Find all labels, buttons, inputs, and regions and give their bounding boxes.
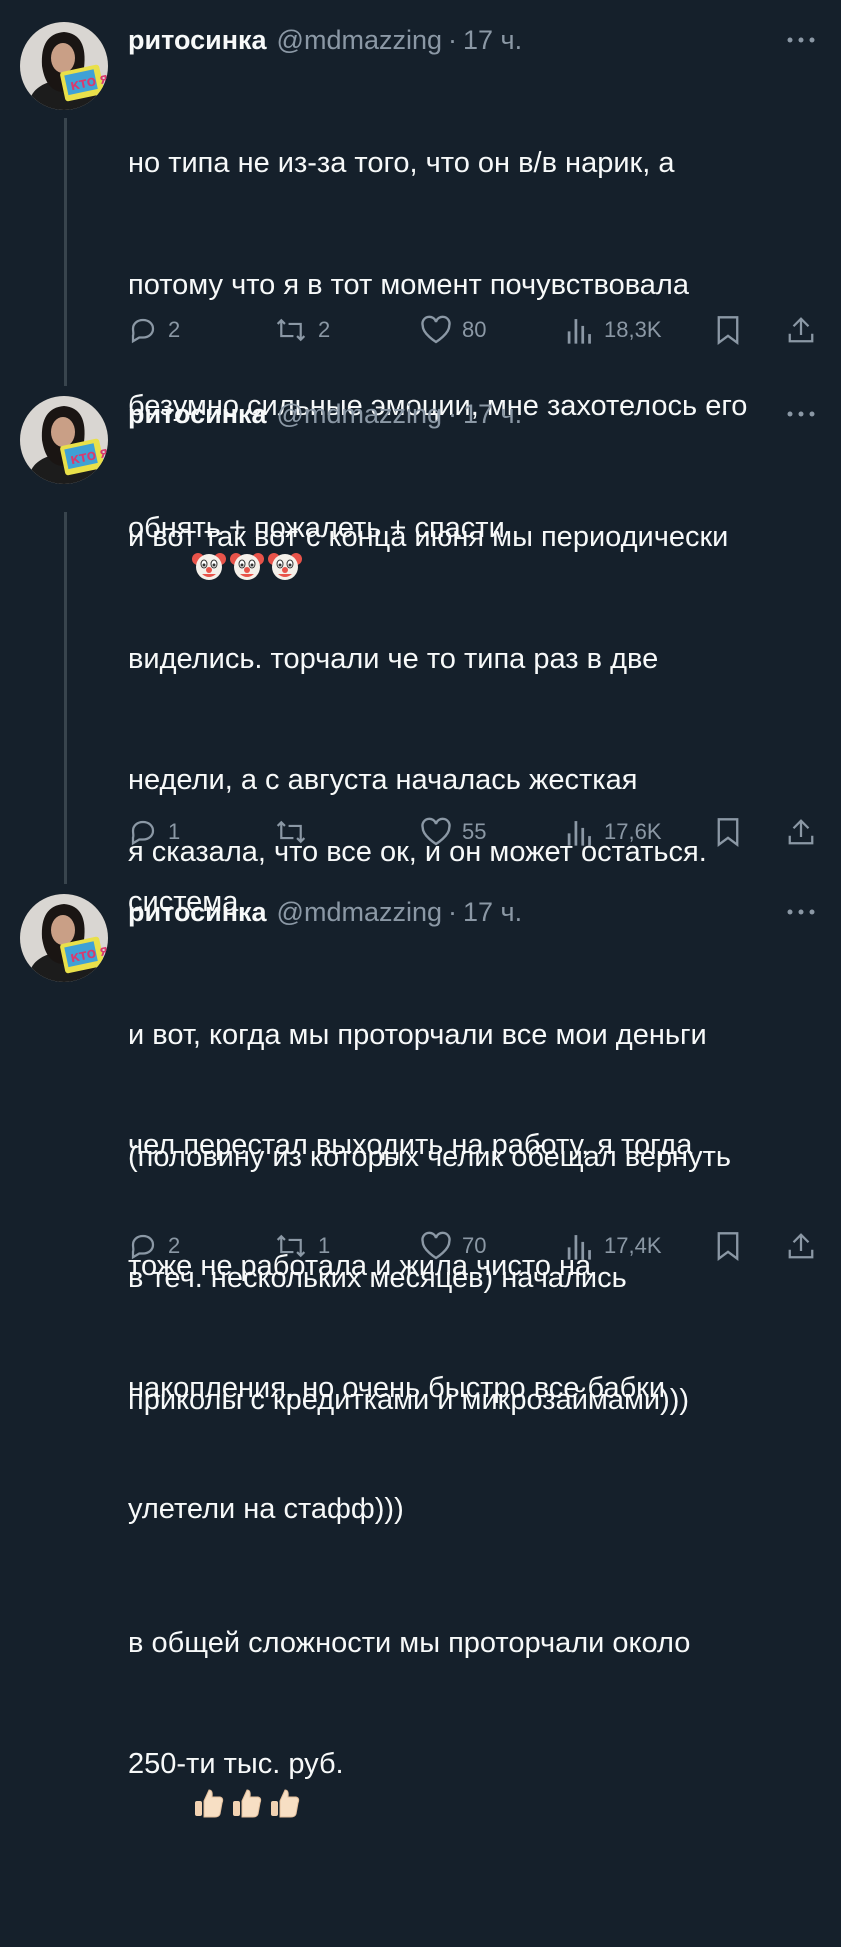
more-options-button[interactable] — [781, 400, 821, 428]
text-line: и вот, когда мы проторчали все мои деньг… — [128, 1019, 707, 1051]
text-line: виделись. торчали че то типа раз в две — [128, 642, 659, 675]
like-icon — [421, 817, 451, 846]
tweet[interactable]: КТО Я? ритосинка @mdmazzing · 17 ч. но т… — [0, 22, 841, 868]
timestamp[interactable]: 17 ч. — [463, 897, 522, 928]
tweet-actions: 2 1 70 17,4K — [128, 1226, 828, 1266]
tweet-header: ритосинка @mdmazzing · 17 ч. — [128, 22, 522, 58]
avatar[interactable]: КТО Я? — [20, 22, 108, 110]
text-line: и вот так вот с конца июня мы периодичес… — [128, 521, 729, 553]
like-button[interactable]: 80 — [420, 310, 486, 350]
like-count: 70 — [462, 1233, 487, 1258]
timestamp[interactable]: 17 ч. — [463, 25, 522, 56]
share-icon — [788, 1233, 814, 1259]
retweet-button[interactable]: 2 — [274, 310, 330, 350]
tweet-actions: 1 55 17,6K — [128, 812, 828, 852]
thread-feed: КТО Я? ритосинка @mdmazzing · 17 ч. но т… — [0, 0, 841, 1817]
separator-dot: · — [448, 24, 458, 55]
retweet-count: 1 — [318, 1233, 331, 1258]
reply-button[interactable]: 2 — [128, 310, 180, 350]
views-icon — [567, 319, 591, 344]
author-handle[interactable]: @mdmazzing — [277, 897, 442, 928]
views-icon — [567, 821, 591, 846]
reply-count: 2 — [168, 317, 181, 342]
thumbs-up-emoji — [195, 1788, 224, 1817]
text-line: но типа не из-за того, что он в/в нарик,… — [128, 147, 675, 179]
bookmark-icon — [717, 1232, 739, 1261]
reply-button[interactable]: 1 — [128, 812, 180, 852]
reply-count: 2 — [168, 1233, 181, 1258]
like-icon — [421, 1231, 451, 1260]
avatar[interactable]: КТО Я? — [20, 894, 108, 982]
retweet-button[interactable] — [274, 812, 318, 852]
author-name[interactable]: ритосинка — [128, 399, 267, 430]
share-button[interactable] — [786, 1226, 826, 1266]
avatar[interactable]: КТО Я? — [20, 396, 108, 484]
tweet-actions: 2 2 80 18,3K — [128, 310, 828, 350]
reply-icon — [131, 820, 155, 846]
author-name[interactable]: ритосинка — [128, 25, 267, 56]
thumbs-up-emoji — [271, 1788, 300, 1817]
thumbs-up-emoji — [233, 1788, 262, 1817]
text-line-with-emoji: 250-ти тыс. руб. — [128, 1744, 828, 1866]
avatar-image: КТО Я? — [20, 22, 108, 110]
share-icon — [788, 819, 814, 845]
views-button[interactable]: 17,6K — [566, 812, 662, 852]
reply-icon — [131, 1234, 155, 1260]
like-icon — [421, 315, 451, 344]
like-count: 80 — [462, 317, 487, 342]
bookmark-button[interactable] — [716, 812, 750, 852]
more-icon — [787, 411, 815, 417]
retweet-icon — [276, 1234, 306, 1258]
views-button[interactable]: 18,3K — [566, 310, 662, 350]
share-icon — [788, 317, 814, 343]
like-button[interactable]: 70 — [420, 1226, 486, 1266]
like-button[interactable]: 55 — [420, 812, 486, 852]
timestamp[interactable]: 17 ч. — [463, 399, 522, 430]
views-count: 17,6K — [604, 819, 662, 844]
share-button[interactable] — [786, 310, 826, 350]
avatar-image: КТО Я? — [20, 396, 108, 484]
avatar-image: КТО Я? — [20, 894, 108, 982]
reply-count: 1 — [168, 819, 181, 844]
tweet[interactable]: КТО Я? ритосинка @mdmazzing · 17 ч. и во… — [0, 396, 841, 1525]
bookmark-icon — [717, 316, 739, 345]
text-line: недели, а с августа началась жесткая — [128, 764, 638, 796]
retweet-button[interactable]: 1 — [274, 1226, 330, 1266]
retweet-icon — [276, 820, 306, 844]
views-button[interactable]: 17,4K — [566, 1226, 662, 1266]
text-line: в общей сложности мы проторчали около — [128, 1626, 691, 1659]
bookmark-button[interactable] — [716, 310, 750, 350]
share-button[interactable] — [786, 812, 826, 852]
tweet-header: ритосинка @mdmazzing · 17 ч. — [128, 396, 522, 432]
more-options-button[interactable] — [781, 26, 821, 54]
views-count: 18,3K — [604, 317, 662, 342]
separator-dot: · — [448, 896, 458, 927]
reply-icon — [131, 318, 155, 344]
emoji-group — [128, 1788, 306, 1862]
retweet-count: 2 — [318, 317, 331, 342]
author-handle[interactable]: @mdmazzing — [277, 25, 442, 56]
more-icon — [787, 909, 815, 915]
text-line: приколы с кредитками и микрозаймами))) — [128, 1383, 690, 1416]
retweet-icon — [276, 318, 306, 342]
tweet-text: и вот, когда мы проторчали все мои деньг… — [128, 934, 828, 1947]
bookmark-icon — [717, 818, 739, 847]
separator-dot: · — [448, 398, 458, 429]
views-icon — [567, 1235, 591, 1260]
more-options-button[interactable] — [781, 898, 821, 926]
author-handle[interactable]: @mdmazzing — [277, 399, 442, 430]
like-count: 55 — [462, 819, 487, 844]
views-count: 17,4K — [604, 1233, 662, 1258]
tweet-header: ритосинка @mdmazzing · 17 ч. — [128, 894, 522, 930]
author-name[interactable]: ритосинка — [128, 897, 267, 928]
more-icon — [787, 37, 815, 43]
reply-button[interactable]: 2 — [128, 1226, 180, 1266]
tweet[interactable]: КТО Я? ритосинка @mdmazzing · 17 ч. и во… — [0, 894, 841, 1817]
text-line: (половину из которых челик обещал вернут… — [128, 1140, 731, 1173]
bookmark-button[interactable] — [716, 1226, 750, 1266]
text-line: потому что я в тот момент почувствовала — [128, 268, 689, 301]
text-line: 250-ти тыс. руб. — [128, 1748, 344, 1780]
